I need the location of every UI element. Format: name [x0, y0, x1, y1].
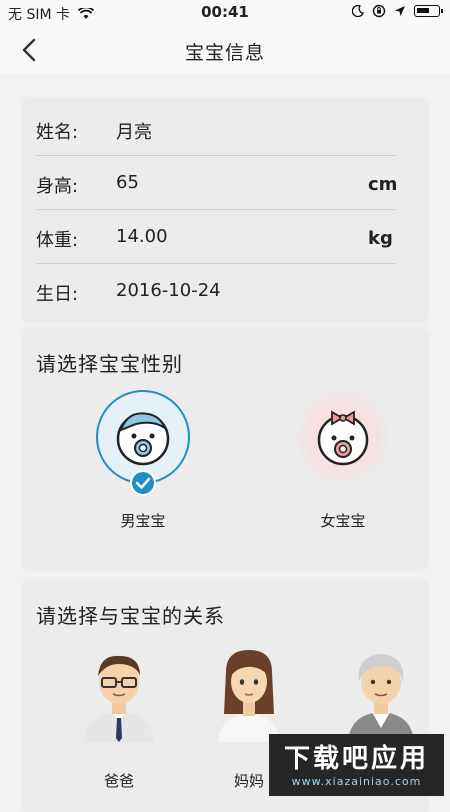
name-value: 月亮 [116, 122, 152, 143]
girl-label: 女宝宝 [320, 512, 366, 530]
location-icon [395, 6, 405, 16]
gender-card: 请选择宝宝性别 男宝宝 女宝宝 [24, 330, 426, 568]
nav-bar: 宝宝信息 [0, 26, 450, 74]
height-unit: cm [368, 174, 398, 195]
birthday-value: 2016-10-24 [116, 280, 221, 301]
grandpa-avatar-icon [348, 654, 414, 742]
watermark-logo: 下载吧应用 www.xiazainiao.com [269, 734, 444, 796]
selected-check-icon [130, 470, 156, 496]
birthday-label: 生日: [36, 284, 79, 305]
name-row[interactable]: 姓名: 月亮 [36, 102, 396, 156]
page-title: 宝宝信息 [184, 42, 265, 64]
weight-value: 14.00 [116, 226, 168, 247]
boy-label: 男宝宝 [120, 512, 166, 530]
weight-row[interactable]: 体重: 14.00 kg [36, 210, 396, 264]
relation-option-father[interactable] [74, 642, 164, 772]
lock-rotation-icon [372, 4, 386, 18]
status-icons [352, 4, 443, 18]
weight-label: 体重: [36, 230, 79, 251]
height-value: 65 [116, 172, 139, 193]
watermark-sub-text: www.xiazainiao.com [291, 775, 422, 788]
mother-avatar-icon [218, 650, 280, 742]
birthday-row[interactable]: 生日: 2016-10-24 [36, 264, 396, 318]
baby-girl-icon [317, 410, 369, 466]
gender-option-boy[interactable] [96, 390, 196, 510]
baby-info-card: 姓名: 月亮 身高: 65 cm 体重: 14.00 kg 生日: 2016-1… [24, 100, 426, 320]
height-row[interactable]: 身高: 65 cm [36, 156, 398, 210]
gender-option-girl[interactable] [296, 390, 396, 510]
status-bar: 无 SIM 卡 00:41 [0, 0, 450, 26]
relation-section-title: 请选择与宝宝的关系 [36, 604, 225, 628]
gender-section-title: 请选择宝宝性别 [36, 352, 183, 376]
name-label: 姓名: [36, 122, 79, 143]
father-avatar-icon [84, 655, 154, 742]
weight-unit: kg [368, 228, 393, 249]
height-label: 身高: [36, 176, 79, 197]
watermark-main-text: 下载吧应用 [283, 744, 429, 774]
battery-icon [414, 5, 443, 17]
moon-icon [352, 5, 364, 17]
father-label: 爸爸 [103, 772, 134, 790]
baby-boy-icon [116, 412, 170, 466]
